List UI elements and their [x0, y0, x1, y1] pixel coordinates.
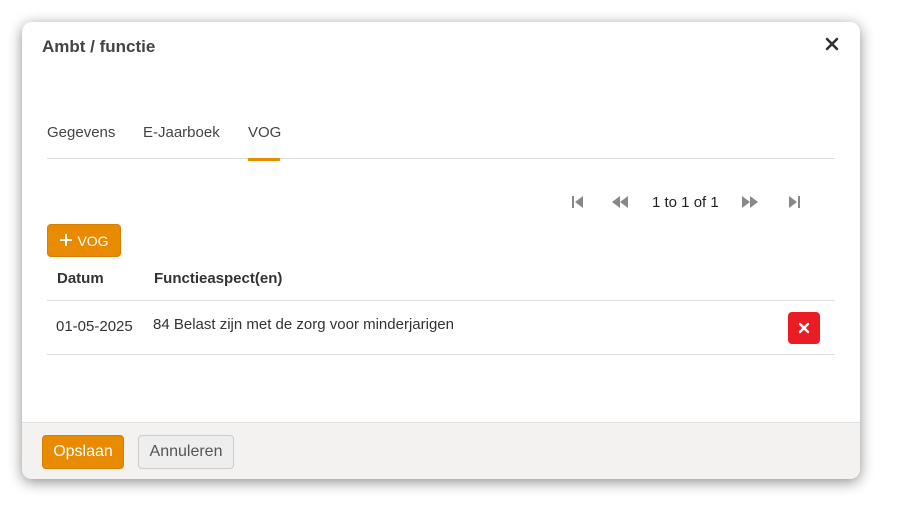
delete-icon	[798, 322, 810, 334]
next-page-icon[interactable]	[740, 194, 760, 210]
tab-e-jaarboek[interactable]: E-Jaarboek	[143, 124, 220, 159]
plus-icon	[59, 233, 73, 248]
cell-functieaspect: 84 Belast zijn met de zorg voor minderja…	[153, 316, 454, 333]
column-header-datum[interactable]: Datum	[57, 270, 104, 287]
dialog: Ambt / functie Gegevens E-Jaarboek VOG 1…	[22, 22, 860, 479]
table-header: Datum Functieaspect(en)	[47, 258, 835, 301]
tab-vog[interactable]: VOG	[248, 124, 281, 161]
pagination: 1 to 1 of 1	[562, 192, 812, 212]
add-vog-label: VOG	[77, 232, 109, 249]
add-vog-button[interactable]: VOG	[47, 224, 121, 257]
last-page-icon[interactable]	[786, 194, 802, 210]
first-page-icon[interactable]	[570, 194, 586, 210]
cancel-button[interactable]: Annuleren	[138, 435, 234, 469]
previous-page-icon[interactable]	[610, 194, 630, 210]
save-button[interactable]: Opslaan	[42, 435, 124, 469]
delete-row-button[interactable]	[788, 312, 820, 344]
column-header-functieaspect[interactable]: Functieaspect(en)	[154, 270, 282, 287]
tab-gegevens[interactable]: Gegevens	[47, 124, 115, 159]
dialog-title: Ambt / functie	[42, 37, 156, 56]
table-row[interactable]: 01-05-2025 84 Belast zijn met de zorg vo…	[47, 301, 835, 355]
dialog-footer: Opslaan Annuleren	[22, 422, 860, 479]
close-icon[interactable]	[824, 36, 840, 52]
tab-bar: Gegevens E-Jaarboek VOG	[47, 124, 835, 161]
page-info: 1 to 1 of 1	[652, 194, 719, 211]
vog-table: Datum Functieaspect(en) 01-05-2025 84 Be…	[47, 258, 835, 355]
cell-datum: 01-05-2025	[56, 318, 133, 335]
